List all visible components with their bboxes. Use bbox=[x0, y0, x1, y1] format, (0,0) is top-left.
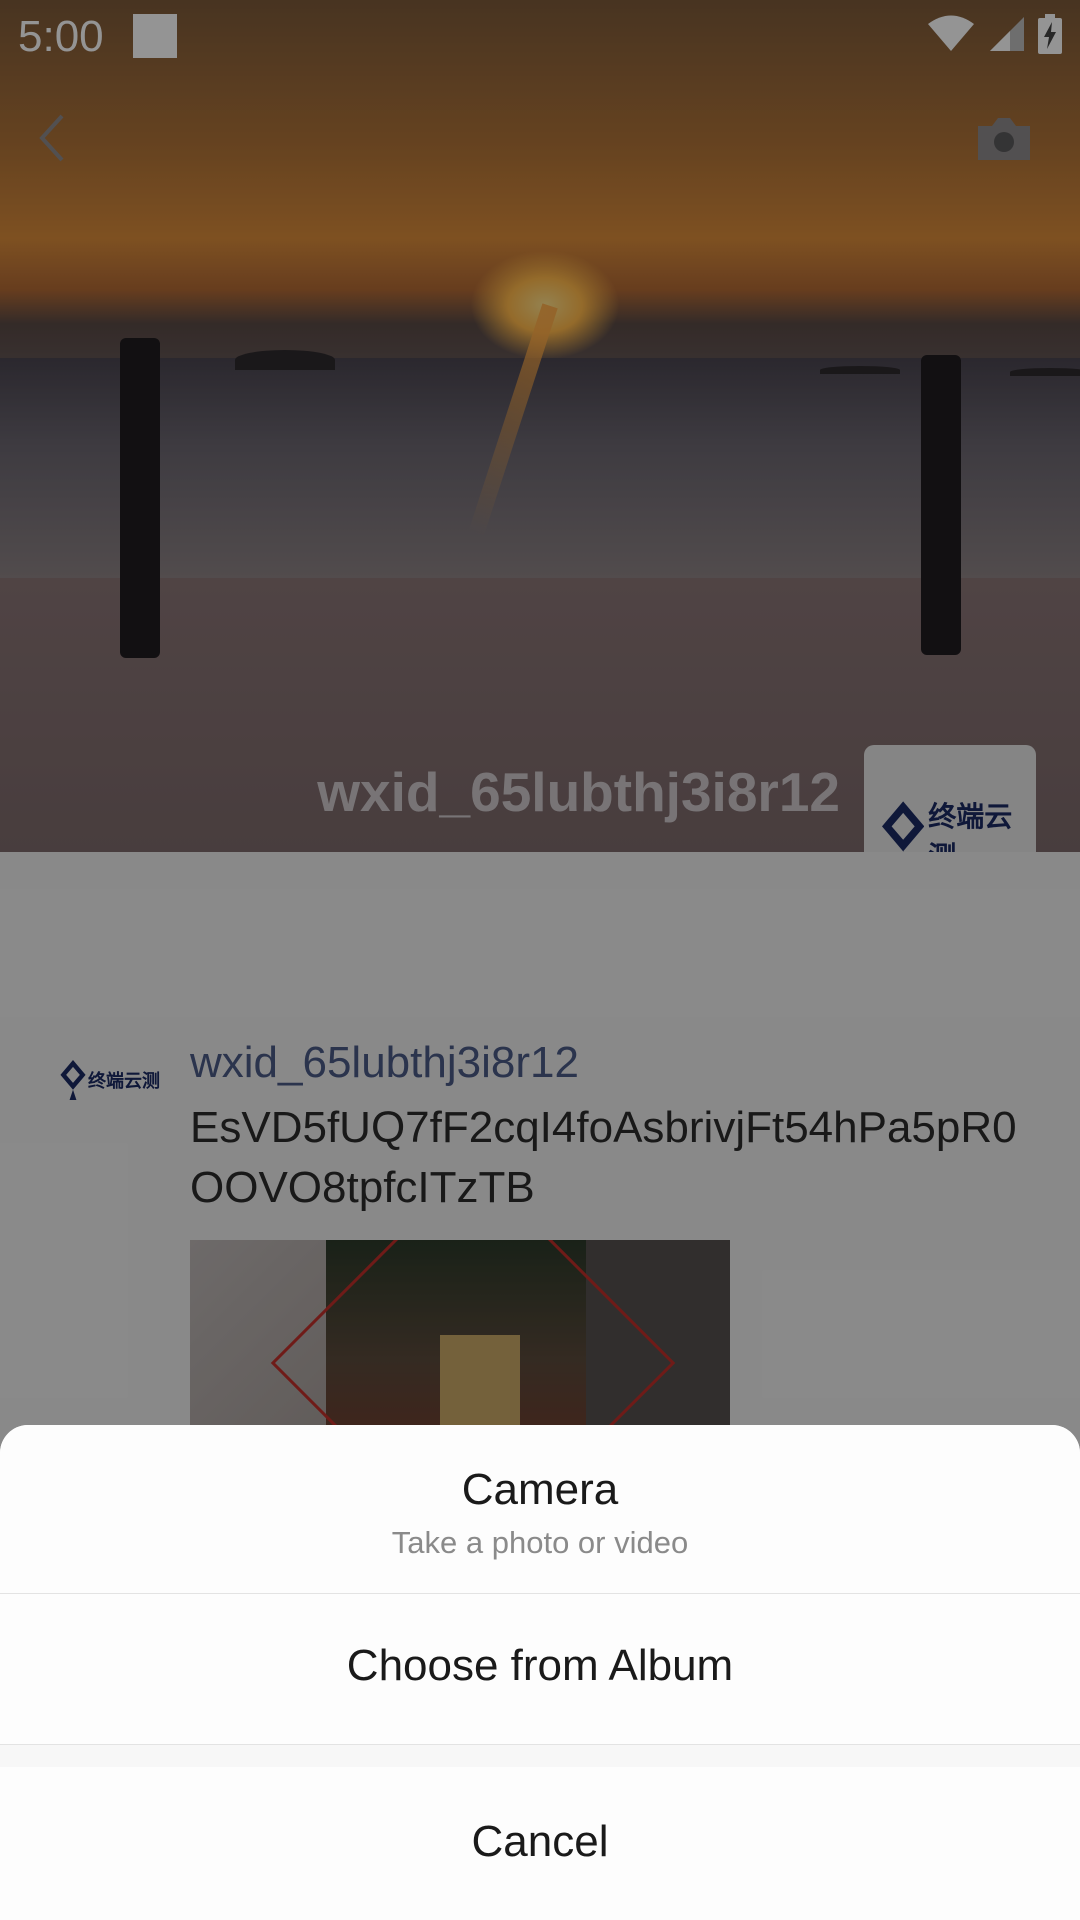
album-option-label: Choose from Album bbox=[346, 1641, 734, 1690]
cancel-button[interactable]: Cancel bbox=[0, 1767, 1080, 1920]
camera-option-title: Camera bbox=[461, 1465, 619, 1514]
camera-option-subtitle: Take a photo or video bbox=[391, 1525, 689, 1560]
camera-option[interactable]: Camera Take a photo or video bbox=[0, 1425, 1080, 1594]
cancel-label: Cancel bbox=[471, 1817, 609, 1866]
choose-from-album-option[interactable]: Choose from Album bbox=[0, 1594, 1080, 1745]
action-sheet: Camera Take a photo or video Choose from… bbox=[0, 1425, 1080, 1920]
